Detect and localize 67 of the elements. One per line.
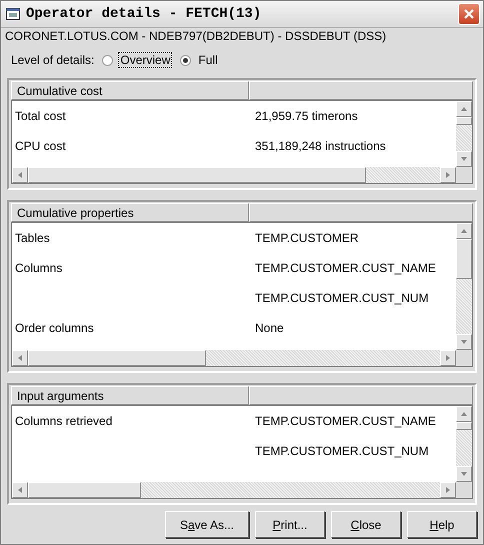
table-cell: None <box>255 321 284 335</box>
triangle-left-icon <box>17 486 23 494</box>
scroll-up-button[interactable] <box>456 406 472 422</box>
table-cell: 351,189,248 instructions <box>255 139 386 153</box>
table-cell: TEMP.CUSTOMER.CUST_NUM <box>255 291 429 305</box>
dialog-button[interactable]: Help <box>407 511 477 538</box>
radio-label[interactable]: Overview <box>118 52 172 68</box>
table-cell: TEMP.CUSTOMER.CUST_NAME <box>255 414 436 428</box>
close-button[interactable] <box>458 3 480 25</box>
column-header: Cumulative cost <box>11 81 249 100</box>
radio-button[interactable] <box>180 54 192 66</box>
table-cell: Columns <box>15 261 62 275</box>
triangle-left-icon <box>17 354 23 362</box>
scroll-thumb[interactable] <box>456 239 472 279</box>
horizontal-scrollbar[interactable] <box>12 482 456 498</box>
window-icon <box>6 8 20 20</box>
scroll-left-button[interactable] <box>12 482 28 498</box>
table-cell: Columns retrieved <box>15 414 112 428</box>
table-cell: Total cost <box>15 109 66 123</box>
scroll-down-button[interactable] <box>456 466 472 482</box>
table-cell: TEMP.CUSTOMER.CUST_NAME <box>255 261 436 275</box>
horizontal-scrollbar[interactable] <box>12 350 456 366</box>
table-cell: 21,959.75 timerons <box>255 109 358 123</box>
scroll-thumb[interactable] <box>28 350 206 366</box>
level-label: Level of details: <box>11 53 94 67</box>
triangle-up-icon <box>460 228 468 234</box>
triangle-left-icon <box>17 171 23 179</box>
close-icon <box>463 8 475 20</box>
scroll-right-button[interactable] <box>440 167 456 183</box>
triangle-up-icon <box>460 411 468 417</box>
horizontal-scrollbar[interactable] <box>12 167 456 183</box>
vertical-scrollbar[interactable] <box>456 223 472 350</box>
dialog-button[interactable]: Save As... <box>164 511 249 538</box>
scroll-thumb[interactable] <box>28 167 366 183</box>
vertical-scrollbar[interactable] <box>456 101 472 167</box>
radio-label[interactable]: Full <box>196 52 220 68</box>
dialog-button[interactable]: Print... <box>255 511 325 538</box>
scroll-down-button[interactable] <box>456 334 472 350</box>
triangle-right-icon <box>445 171 451 179</box>
table-cell: Tables <box>15 231 50 245</box>
scroll-right-button[interactable] <box>440 482 456 498</box>
table-cell: CPU cost <box>15 139 66 153</box>
scroll-up-button[interactable] <box>456 101 472 117</box>
triangle-right-icon <box>445 486 451 494</box>
scroll-down-button[interactable] <box>456 151 472 167</box>
column-header: Input arguments <box>11 386 249 405</box>
table-cell: TEMP.CUSTOMER <box>255 231 359 245</box>
scroll-up-button[interactable] <box>456 223 472 239</box>
triangle-up-icon <box>460 106 468 112</box>
triangle-right-icon <box>445 354 451 362</box>
column-header: Cumulative properties <box>11 203 249 222</box>
connection-label: CORONET.LOTUS.COM - NDEB797(DB2DEBUT) - DSSDEBUT (DSS) <box>4 28 388 44</box>
dialog-button[interactable]: Close <box>331 511 401 538</box>
scroll-thumb[interactable] <box>28 482 141 498</box>
table-cell: Order columns <box>15 321 94 335</box>
radio-button[interactable] <box>102 54 114 66</box>
triangle-down-icon <box>460 339 468 345</box>
scroll-thumb[interactable] <box>456 117 472 125</box>
window-title: Operator details - FETCH(13) <box>26 6 262 22</box>
triangle-down-icon <box>460 471 468 477</box>
vertical-scrollbar[interactable] <box>456 406 472 482</box>
scroll-left-button[interactable] <box>12 167 28 183</box>
scroll-left-button[interactable] <box>12 350 28 366</box>
scroll-right-button[interactable] <box>440 350 456 366</box>
table-cell: TEMP.CUSTOMER.CUST_NUM <box>255 444 429 458</box>
triangle-down-icon <box>460 156 468 162</box>
scroll-thumb[interactable] <box>456 422 472 430</box>
